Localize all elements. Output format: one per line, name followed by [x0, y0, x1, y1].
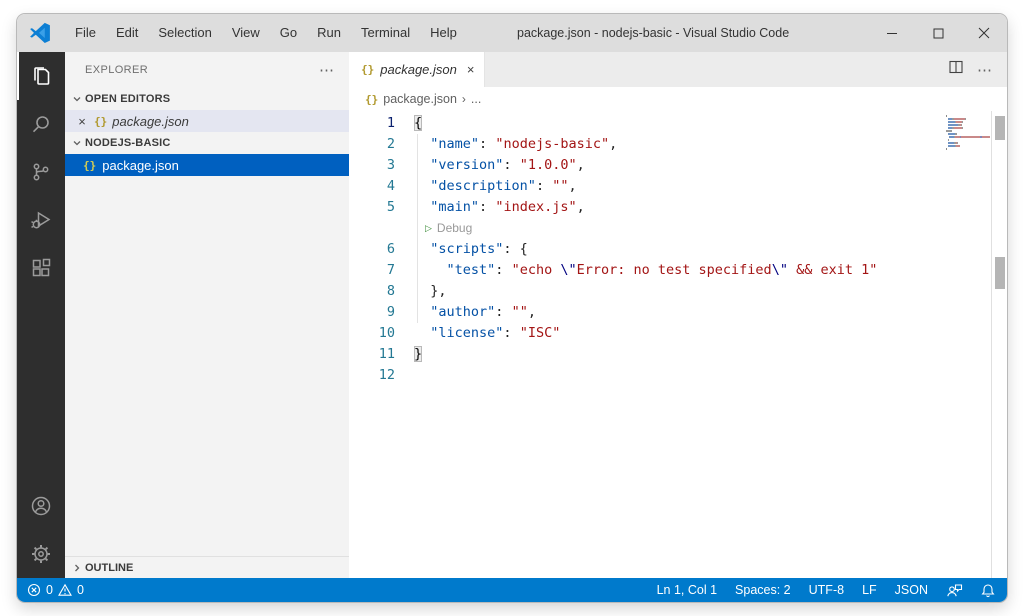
run-debug-icon[interactable]	[17, 196, 65, 244]
minimap[interactable]	[946, 115, 991, 154]
line-number: 9	[386, 304, 395, 320]
account-icon[interactable]	[17, 482, 65, 530]
status-bar: 0 0 Ln 1, Col 1 Spaces: 2 UTF-8 LF JSON	[17, 578, 1007, 602]
breadcrumb-separator: ›	[461, 92, 466, 106]
code-line[interactable]: 5 "main": "index.js",	[349, 197, 945, 218]
indentation-status[interactable]: Spaces: 2	[735, 583, 791, 597]
eol-status[interactable]: LF	[862, 583, 877, 597]
editor-area: {} package.json × ⋯ {} package.json › ..…	[349, 52, 1007, 578]
code-line[interactable]: 1{	[349, 113, 945, 134]
problems-status[interactable]: 0 0	[27, 583, 84, 597]
debug-codelens[interactable]: ▷ Debug	[395, 218, 472, 239]
breadcrumb-symbol[interactable]: ...	[471, 92, 481, 106]
warning-icon	[58, 583, 72, 597]
close-button[interactable]	[961, 14, 1007, 52]
menu-item-terminal[interactable]: Terminal	[351, 14, 420, 52]
tree-item-package-json[interactable]: {} package.json	[65, 154, 349, 176]
editor-more-actions-icon[interactable]: ⋯	[977, 61, 993, 79]
code-editor[interactable]: 1{2 "name": "nodejs-basic", 3 "version": …	[349, 111, 1007, 578]
line-number: 12	[378, 367, 395, 383]
encoding-status[interactable]: UTF-8	[809, 583, 844, 597]
vscode-window: File Edit Selection View Go Run Terminal Help p…	[17, 14, 1007, 602]
menu-item-help[interactable]: Help	[420, 14, 467, 52]
explorer-icon[interactable]	[17, 52, 65, 100]
line-number: 10	[378, 325, 395, 341]
code-line[interactable]: 3 "version": "1.0.0",	[349, 155, 945, 176]
tab-package-json[interactable]: {} package.json ×	[349, 52, 486, 87]
menu-item-run[interactable]: Run	[307, 14, 351, 52]
notifications-bell-icon[interactable]	[981, 583, 995, 598]
split-editor-icon[interactable]	[949, 60, 963, 79]
tab-label: package.json	[380, 62, 457, 77]
error-count: 0	[46, 583, 53, 597]
menu-item-file[interactable]: File	[65, 14, 106, 52]
json-file-icon: {}	[94, 114, 108, 128]
menu-item-selection[interactable]: Selection	[148, 14, 221, 52]
code-line[interactable]: 12	[349, 365, 945, 386]
chevron-down-icon	[69, 138, 85, 148]
line-number: 11	[378, 346, 395, 362]
menu-item-edit[interactable]: Edit	[106, 14, 148, 52]
line-number: 7	[386, 262, 395, 278]
overview-ruler-mark	[995, 257, 1005, 289]
code-line[interactable]: 6 "scripts": {	[349, 239, 945, 260]
line-number: 5	[386, 199, 395, 215]
feedback-icon[interactable]	[946, 583, 963, 598]
title-bar: File Edit Selection View Go Run Terminal Help p…	[17, 14, 1007, 52]
outline-section-header[interactable]: OUTLINE	[65, 556, 349, 578]
breadcrumb-file[interactable]: package.json	[383, 92, 457, 106]
tab-bar: {} package.json × ⋯	[349, 52, 1007, 87]
minimize-button[interactable]	[869, 14, 915, 52]
settings-gear-icon[interactable]	[17, 530, 65, 578]
open-editors-header[interactable]: OPEN EDITORS	[65, 88, 349, 110]
code-line[interactable]: 11}	[349, 344, 945, 365]
codelens-row[interactable]: ▷ Debug	[349, 218, 945, 239]
vscode-logo-icon	[30, 22, 50, 43]
line-number: 2	[386, 136, 395, 152]
line-number: 4	[386, 178, 395, 194]
line-number: 6	[386, 241, 395, 257]
open-editor-filename: package.json	[112, 113, 189, 129]
sidebar-title: EXPLORER	[85, 64, 149, 76]
extensions-icon[interactable]	[17, 244, 65, 292]
error-icon	[27, 583, 41, 597]
breadcrumb: {} package.json › ...	[349, 87, 1007, 111]
overview-ruler-mark	[995, 116, 1005, 140]
sidebar-more-actions-icon[interactable]: ⋯	[319, 61, 335, 79]
language-mode-status[interactable]: JSON	[895, 583, 928, 597]
open-editor-item[interactable]: × {} package.json	[65, 110, 349, 132]
line-number	[349, 218, 395, 239]
chevron-right-icon	[69, 563, 85, 573]
menu-item-view[interactable]: View	[222, 14, 270, 52]
source-control-icon[interactable]	[17, 148, 65, 196]
tree-item-filename: package.json	[102, 157, 179, 173]
chevron-down-icon	[69, 94, 85, 104]
cursor-position-status[interactable]: Ln 1, Col 1	[657, 583, 717, 597]
menu-item-go[interactable]: Go	[270, 14, 307, 52]
close-editor-icon[interactable]: ×	[75, 114, 89, 129]
code-line[interactable]: 8 },	[349, 281, 945, 302]
warning-count: 0	[76, 583, 84, 597]
explorer-sidebar: EXPLORER ⋯ OPEN EDITORS × {} package.jso…	[65, 52, 349, 578]
tab-close-icon[interactable]: ×	[467, 62, 475, 77]
maximize-button[interactable]	[915, 14, 961, 52]
json-file-icon: {}	[83, 158, 97, 172]
code-line[interactable]: 9 "author": "",	[349, 302, 945, 323]
code-line[interactable]: 10 "license": "ISC"	[349, 323, 945, 344]
json-file-icon: {}	[365, 92, 379, 106]
line-number: 8	[386, 283, 395, 299]
code-line[interactable]: 7 "test": "echo \"Error: no test specifi…	[349, 260, 945, 281]
overview-ruler	[991, 111, 1007, 578]
line-number: 1	[386, 115, 395, 131]
code-line[interactable]: 2 "name": "nodejs-basic",	[349, 134, 945, 155]
search-icon[interactable]	[17, 100, 65, 148]
code-line[interactable]: 4 "description": "",	[349, 176, 945, 197]
menu-bar: File Edit Selection View Go Run Terminal Help	[65, 14, 467, 52]
activity-bar	[17, 52, 65, 578]
json-file-icon: {}	[361, 63, 375, 76]
window-controls	[869, 14, 1007, 52]
folder-section-header[interactable]: NODEJS-BASIC	[65, 132, 349, 154]
window-title: package.json - nodejs-basic - Visual Stu…	[517, 26, 790, 40]
line-number: 3	[386, 157, 395, 173]
